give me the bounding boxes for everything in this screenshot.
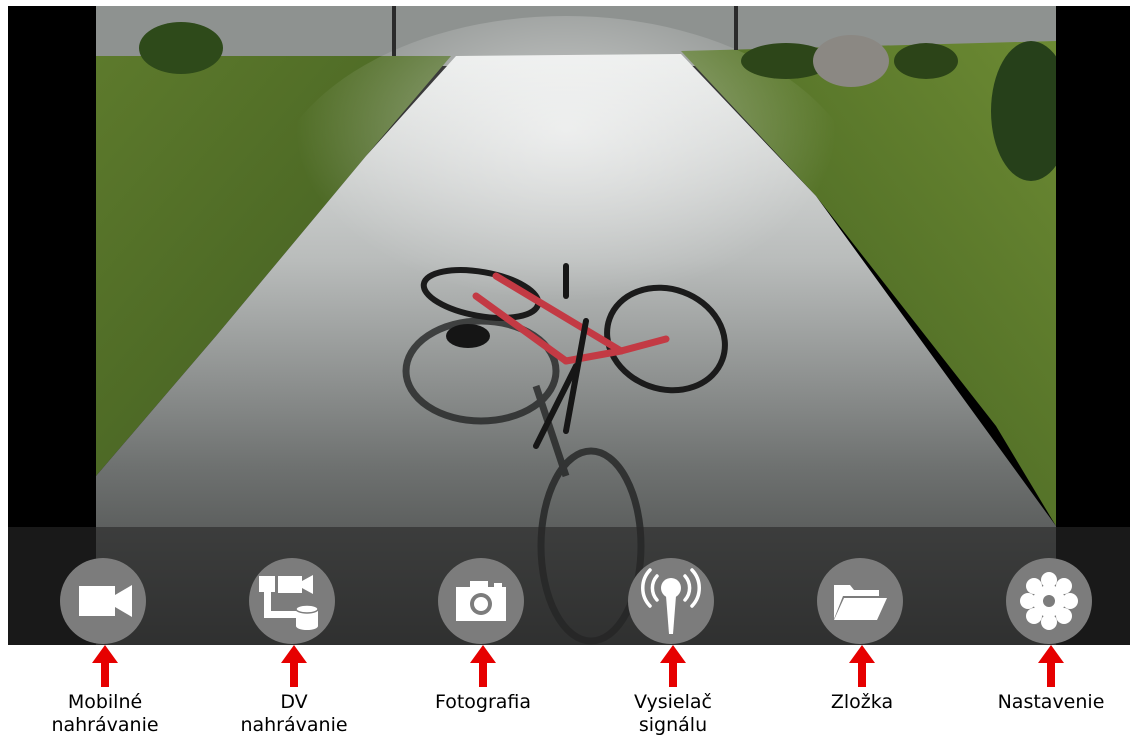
caption-folder: Zložka (787, 645, 937, 714)
settings-button[interactable] (1006, 558, 1092, 644)
red-arrow-up-icon (849, 645, 875, 687)
video-camera-icon (79, 585, 132, 617)
caption-photo: Fotografia (408, 645, 558, 714)
caption-label: Vysielač signálu (634, 691, 712, 736)
device-screen (8, 6, 1130, 645)
bottom-toolbar (8, 527, 1130, 645)
red-arrow-up-icon (1038, 645, 1064, 687)
red-arrow-up-icon (281, 645, 307, 687)
signal-transmitter-icon (641, 568, 701, 634)
photo-button[interactable] (438, 558, 524, 644)
caption-transmitter: Vysielač signálu (598, 645, 748, 737)
folder-icon (834, 585, 887, 620)
mobile-record-button[interactable] (60, 558, 146, 644)
caption-mobile-record: Mobilné nahrávanie (30, 645, 180, 737)
folder-button[interactable] (817, 558, 903, 644)
caption-label: Zložka (830, 691, 894, 713)
caption-settings: Nastavenie (976, 645, 1126, 714)
photo-camera-icon (456, 581, 506, 621)
red-arrow-up-icon (470, 645, 496, 687)
caption-dv-record: DV nahrávanie (219, 645, 369, 737)
red-arrow-up-icon (92, 645, 118, 687)
camera-to-storage-icon (259, 575, 319, 630)
caption-label: Mobilné nahrávanie (51, 691, 159, 736)
gear-icon (1020, 572, 1078, 630)
caption-label: Fotografia (434, 691, 532, 713)
transmitter-button[interactable] (628, 558, 714, 644)
red-arrow-up-icon (660, 645, 686, 687)
caption-label: DV nahrávanie (240, 691, 348, 736)
caption-label: Nastavenie (997, 691, 1105, 713)
dv-record-button[interactable] (249, 558, 335, 644)
